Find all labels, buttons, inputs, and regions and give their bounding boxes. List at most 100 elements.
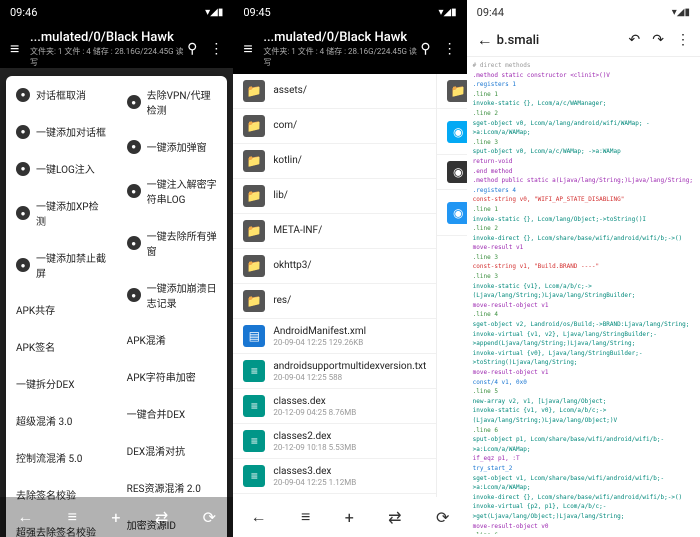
menu-item[interactable]: ●一键添加XP检测 (6, 187, 117, 239)
menu-item[interactable]: ●一键添加崩溃日志记录 (117, 269, 228, 321)
file-row[interactable]: 📁okhttp3/ (233, 249, 436, 284)
file-icon: ≡ (243, 360, 265, 382)
code-line: new-array v2, v1, [Ljava/lang/Object; (473, 397, 694, 407)
menu-item[interactable]: ●一键添加对话框 (6, 113, 117, 150)
file-row[interactable]: ≡classes3.dex20-09-04 12:25 1.12MB (233, 459, 436, 494)
code-line: move-result-object v1 (473, 368, 694, 378)
menu-item[interactable]: DEX混淆对抗 (117, 432, 228, 469)
file-icon: 📁 (243, 185, 265, 207)
file-icon: ◉ (447, 121, 466, 143)
code-line: sget-object v0, Lcom/a/lang/android/wifi… (473, 119, 694, 138)
back-icon[interactable]: ← (477, 30, 497, 50)
nav-share[interactable]: ⇄ (155, 508, 168, 527)
menu-item[interactable]: ●对话框取消 (6, 76, 117, 113)
menu-item[interactable]: ●一键添加禁止截屏 (6, 239, 117, 291)
screen-3: 09:44 ▾◢▮ ← b.smali ↶ ↷ ⋮ # direct metho… (467, 0, 700, 537)
status-icons: ▾◢▮ (672, 7, 690, 18)
header-title: ...mulated/0/Black Hawk (30, 30, 187, 45)
file-row[interactable]: 📁kotlin/ (233, 144, 436, 179)
status-bar: 09:46 ▾◢▮ (0, 0, 233, 24)
menu-item[interactable]: APK共存 (6, 291, 117, 328)
header-title: ...mulated/0/Black Hawk (263, 30, 420, 45)
code-line: .line 3 (473, 253, 694, 263)
code-line: invoke-static {}, Lcom/lang/Object;->toS… (473, 215, 694, 225)
code-line: sput-object p1, Lcom/share/base/wifi/and… (473, 435, 694, 454)
drawer-icon[interactable]: ≡ (243, 39, 263, 59)
nav-menu[interactable]: ≡ (301, 507, 310, 527)
undo-icon[interactable]: ↶ (629, 32, 641, 48)
file-row[interactable]: 📁lib/ (233, 179, 436, 214)
file-icon: 📁 (243, 290, 265, 312)
code-editor[interactable]: # direct methods.method static construct… (467, 57, 700, 534)
menu-item[interactable]: APK签名 (6, 328, 117, 365)
more-icon[interactable]: ⋮ (209, 41, 223, 57)
menu-item[interactable]: ●一键去除所有弹窗 (117, 217, 228, 269)
nav-back[interactable]: ← (17, 507, 33, 527)
file-row[interactable]: ◉com.quark.browser-4.5.3.153-120-104941.… (437, 109, 466, 155)
file-row[interactable]: 📁res/ (233, 284, 436, 319)
file-row[interactable]: 📁com/ (233, 109, 436, 144)
status-time: 09:46 (10, 6, 205, 19)
nav-menu[interactable]: ≡ (68, 507, 77, 527)
search-icon[interactable]: ⚲ (187, 41, 197, 57)
code-line: invoke-direct {}, Lcom/share/base/wifi/a… (473, 234, 694, 244)
menu-item[interactable]: 控制流混淆 5.0 (6, 439, 117, 476)
menu-item[interactable]: APK混淆 (117, 321, 228, 358)
menu-item[interactable]: APK字符串加密 (117, 358, 228, 395)
file-row[interactable]: 📁1761017555620-12-08 22:32 (437, 74, 466, 109)
status-bar: 09:44 ▾◢▮ (467, 0, 700, 24)
code-line: .method static constructor <clinit>()V (473, 71, 694, 81)
editor-header: ← b.smali ↶ ↷ ⋮ (467, 24, 700, 57)
nav-back[interactable]: ← (251, 507, 267, 527)
file-row[interactable]: ▤AndroidManifest.xml20-09-04 12:25 129.2… (233, 319, 436, 354)
file-row[interactable]: 📁assets/ (233, 74, 436, 109)
nav-add[interactable]: + (111, 508, 120, 527)
file-icon: ≡ (243, 395, 265, 417)
nav-add[interactable]: + (345, 508, 354, 527)
code-line: sget-object v1, Lcom/share/base/wifi/and… (473, 474, 694, 493)
code-line: const/4 v1, 0x0 (473, 378, 694, 388)
code-line: invoke-direct {}, Lcom/share/base/wifi/a… (473, 493, 694, 503)
nav-refresh[interactable]: ⟳ (436, 508, 449, 527)
code-line: .line 5 (473, 387, 694, 397)
code-line: .line 2 (473, 109, 694, 119)
menu-item[interactable]: ●一键注入解密字符串LOG (117, 165, 228, 217)
status-icons: ▾◢▮ (205, 7, 223, 18)
code-line: invoke-static {}, Lcom/a/c/WAManager; (473, 99, 694, 109)
file-row[interactable]: ≡androidsupportmultidexversion.txt20-09-… (233, 354, 436, 389)
file-row[interactable]: 📁META-INF/ (233, 214, 436, 249)
code-line: return-void (473, 157, 694, 167)
menu-item[interactable]: ●一键LOG注入 (6, 150, 117, 187)
menu-item[interactable]: ●一键添加弹窗 (117, 128, 228, 165)
code-line: sget-object v2, Landroid/os/Build;->BRAN… (473, 320, 694, 330)
screen-1: 09:46 ▾◢▮ ≡ ...mulated/0/Black Hawk 文件夹:… (0, 0, 233, 537)
search-icon[interactable]: ⚲ (420, 41, 430, 57)
menu-item[interactable]: ●去除VPN/代理检测 (117, 76, 228, 128)
menu-item[interactable]: 超级混淆 3.0 (6, 402, 117, 439)
nav-share[interactable]: ⇄ (388, 508, 401, 527)
menu-item[interactable]: 一键合并DEX (117, 395, 228, 432)
context-menu: ●对话框取消●一键添加对话框●一键LOG注入●一键添加XP检测●一键添加禁止截屏… (6, 76, 227, 537)
drawer-icon[interactable]: ≡ (10, 39, 30, 59)
file-row[interactable]: ◉WiFi大师_v5.0.17_GooglePlay(1).apk20-12-0… (437, 190, 466, 236)
more-icon[interactable]: ⋮ (443, 41, 457, 57)
file-title: b.smali (497, 33, 629, 48)
menu-item[interactable]: 一键拆分DEX (6, 365, 117, 402)
file-row[interactable]: ◉NP管理器_2.8.8.apk20-12-08 20:35 31.47MB (437, 155, 466, 190)
code-line: .method public static a(Ljava/lang/Strin… (473, 176, 694, 186)
nav-refresh[interactable]: ⟳ (203, 508, 216, 527)
code-line: const-string v0, "WIFI_AP_STATE_DISABLIN… (473, 195, 694, 205)
file-icon: 📁 (243, 255, 265, 277)
file-row[interactable]: ≡classes2.dex20-12-09 10:18 5.53MB (233, 424, 436, 459)
more-icon[interactable]: ⋮ (676, 32, 690, 48)
code-line: move-result v1 (473, 243, 694, 253)
code-line: .line 6 (473, 531, 694, 534)
redo-icon[interactable]: ↷ (652, 32, 664, 48)
bottom-nav: ← ≡ + ⇄ ⟳ (233, 497, 466, 537)
code-line: invoke-virtual {p2, p1}, Lcom/a/b/c;->ge… (473, 502, 694, 521)
file-icon: ◉ (447, 202, 466, 224)
code-line: .line 2 (473, 224, 694, 234)
file-row[interactable]: ≡classes.dex20-12-09 04:25 8.76MB (233, 389, 436, 424)
app-header: ≡ ...mulated/0/Black Hawk 文件夹: 1 文件 : 4 … (233, 24, 466, 74)
code-line: .line 6 (473, 426, 694, 436)
